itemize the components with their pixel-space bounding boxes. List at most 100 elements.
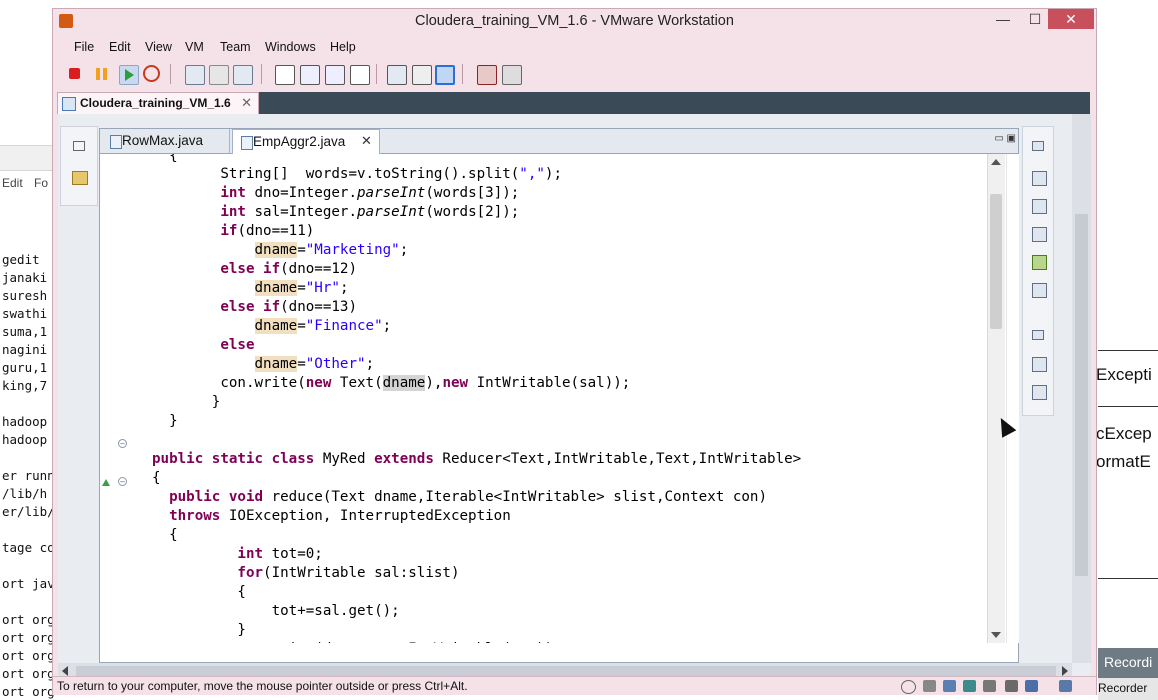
- menu-help[interactable]: Help: [330, 40, 356, 54]
- background-menu-format: Fo: [34, 176, 49, 190]
- title-bar[interactable]: Cloudera_training_VM_1.6 - VMware Workst…: [53, 9, 1096, 35]
- code-line: dname="Finance";: [254, 318, 392, 334]
- terminal-line: ort org: [2, 612, 55, 627]
- sound-icon[interactable]: [1005, 680, 1018, 692]
- printer-icon[interactable]: [983, 680, 996, 692]
- code-line: tot+=sal.get();: [152, 603, 400, 619]
- taskbar-recording[interactable]: Recordi: [1098, 648, 1158, 678]
- package-explorer-icon[interactable]: [72, 171, 88, 185]
- vm-tab-close-icon[interactable]: ✕: [241, 95, 252, 111]
- unity-icon[interactable]: [325, 65, 345, 85]
- terminal-line: gedit: [2, 252, 40, 267]
- code-line: }: [152, 413, 178, 429]
- console-view-icon[interactable]: [387, 65, 407, 85]
- restore-icon[interactable]: [1032, 330, 1044, 340]
- background-text: ormatE: [1096, 452, 1151, 471]
- preferences-icon[interactable]: [502, 65, 522, 85]
- progress-icon[interactable]: [1032, 283, 1047, 298]
- tab-close-icon[interactable]: ✕: [361, 133, 372, 149]
- thumbnail-icon[interactable]: [350, 65, 370, 85]
- menu-edit[interactable]: Edit: [109, 40, 131, 54]
- console-icon[interactable]: [1032, 199, 1047, 214]
- guest-scroll-thumb[interactable]: [1075, 214, 1088, 576]
- suspend-icon[interactable]: [93, 65, 111, 83]
- summary-view-icon[interactable]: [412, 65, 432, 85]
- code-line: if(dno==11): [220, 223, 315, 239]
- left-minimized-views: [60, 126, 98, 206]
- task-list-icon[interactable]: [1032, 385, 1047, 400]
- editor-min-max-icon[interactable]: ▭ ▣: [994, 133, 1016, 144]
- scroll-down-icon[interactable]: [991, 632, 1001, 638]
- guest-vertical-scrollbar[interactable]: [1072, 114, 1091, 663]
- terminal-line: er runn: [2, 468, 55, 483]
- properties-icon[interactable]: [1032, 227, 1047, 242]
- scroll-left-icon[interactable]: [62, 666, 68, 676]
- hard-disk-icon[interactable]: [923, 680, 936, 692]
- restore-icon[interactable]: [1032, 141, 1044, 151]
- sidebar-view-icon[interactable]: [275, 65, 295, 85]
- guest-hscroll-thumb[interactable]: [76, 666, 1056, 676]
- code-line: else if(dno==12): [220, 261, 358, 277]
- terminal-line: hadoop: [2, 432, 48, 447]
- background-menu-strip: Edit Fo: [0, 145, 52, 190]
- code-line: {: [152, 584, 246, 600]
- scroll-thumb[interactable]: [990, 194, 1002, 329]
- menu-view[interactable]: View: [145, 40, 172, 54]
- menu-vm[interactable]: VM: [185, 40, 204, 54]
- minimize-button[interactable]: —: [988, 9, 1018, 29]
- close-button[interactable]: ✕: [1048, 9, 1094, 29]
- tab-rowmax[interactable]: RowMax.java: [102, 129, 230, 154]
- status-message: To return to your computer, move the mou…: [57, 679, 468, 693]
- active-view-icon[interactable]: [435, 65, 455, 85]
- snapshot-icon[interactable]: [185, 65, 205, 85]
- hierarchy-icon[interactable]: [1032, 171, 1047, 186]
- reset-icon[interactable]: [143, 65, 160, 82]
- usb-icon[interactable]: [963, 680, 976, 692]
- power-on-icon[interactable]: [119, 65, 139, 85]
- scroll-right-icon[interactable]: [1062, 666, 1068, 676]
- tab-empaggr2[interactable]: EmpAggr2.java ✕: [232, 129, 380, 154]
- terminal-line: hadoop: [2, 414, 48, 429]
- taskbar-recording-label: Recordi: [1104, 654, 1153, 670]
- terminal-line: /lib/h: [2, 486, 48, 501]
- code-line: else: [220, 337, 255, 353]
- toolbar-separator: [376, 64, 377, 84]
- maximize-button[interactable]: ☐: [1020, 9, 1050, 29]
- network-icon[interactable]: [901, 680, 916, 694]
- editor-vertical-scrollbar[interactable]: [987, 154, 1005, 643]
- bluetooth-icon[interactable]: [1025, 680, 1038, 692]
- java-editor[interactable]: RowMax.java EmpAggr2.java ✕ ▭ ▣ – – { St…: [99, 128, 1019, 663]
- scroll-up-icon[interactable]: [991, 159, 1001, 165]
- code-line: dname="Hr";: [254, 280, 349, 296]
- fullscreen-icon[interactable]: [300, 65, 320, 85]
- revert-snapshot-icon[interactable]: [209, 65, 229, 85]
- toolbar-separator: [462, 64, 463, 84]
- overview-ruler[interactable]: [1006, 154, 1019, 643]
- terminal-line: ort org: [2, 648, 55, 663]
- capture-icon[interactable]: [477, 65, 497, 85]
- message-log-icon[interactable]: [1059, 680, 1072, 692]
- vm-tab[interactable]: Cloudera_training_VM_1.6 ✕: [57, 92, 259, 114]
- menu-windows[interactable]: Windows: [265, 40, 316, 54]
- restore-icon[interactable]: [73, 141, 85, 151]
- snapshot-manager-icon[interactable]: [233, 65, 253, 85]
- guest-screen[interactable]: RowMax.java EmpAggr2.java ✕ ▭ ▣ – – { St…: [58, 114, 1091, 679]
- right-minimized-views: [1022, 126, 1054, 416]
- taskbar-recorder[interactable]: Recorder: [1098, 678, 1158, 700]
- code-area[interactable]: { String[] words=v.toString().split(",")…: [152, 154, 982, 643]
- vm-icon: [62, 97, 76, 111]
- code-line: int dno=Integer.parseInt(words[3]);: [220, 185, 520, 201]
- fold-icon[interactable]: –: [118, 477, 127, 486]
- cd-rom-icon[interactable]: [943, 680, 956, 692]
- toolbar: [57, 63, 557, 87]
- menu-file[interactable]: File: [74, 40, 94, 54]
- menu-team[interactable]: Team: [220, 40, 251, 54]
- code-line: String[] words=v.toString().split(",");: [152, 166, 563, 182]
- tab-label: EmpAggr2.java: [253, 134, 346, 149]
- map-icon[interactable]: [1032, 255, 1047, 270]
- outline-icon[interactable]: [1032, 357, 1047, 372]
- fold-icon[interactable]: –: [118, 439, 127, 448]
- terminal-line: janaki: [2, 270, 48, 285]
- background-window-left: Edit Fo gedit janaki suresh swathi suma,…: [0, 0, 55, 700]
- power-off-icon[interactable]: [69, 68, 80, 79]
